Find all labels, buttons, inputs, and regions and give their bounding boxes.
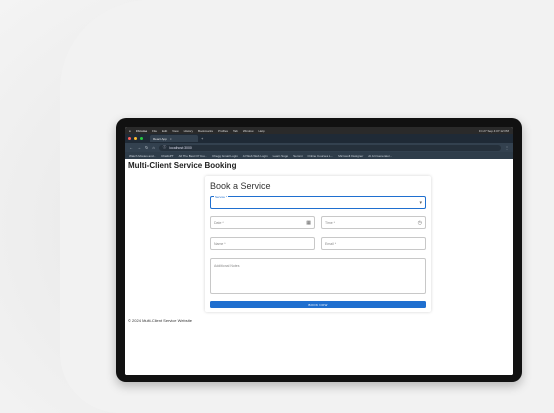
url-text: localhost:3000 (169, 145, 192, 150)
address-bar-row: ← → ↻ ⌂ ⓘ localhost:3000 ⋮ (125, 143, 513, 152)
form-heading: Book a Service (210, 181, 271, 191)
bookmark-item[interactable]: Online Courses L... (308, 154, 334, 158)
menu-item-help[interactable]: Help (259, 129, 265, 133)
laptop-frame: ● Chrome File Edit View History Bookmark… (116, 118, 522, 382)
minimize-window-icon[interactable] (134, 137, 137, 140)
menu-item-view[interactable]: View (172, 129, 178, 133)
menubar-clock[interactable]: Fri 27 Sep 4:07:12 PM (479, 129, 509, 133)
bookmark-item[interactable]: AI Web Web Login (243, 154, 268, 158)
reload-icon[interactable]: ↻ (145, 145, 148, 150)
chevron-down-icon: ▾ (419, 199, 422, 206)
menu-item-window[interactable]: Window (243, 129, 254, 133)
bookmark-item[interactable]: Watch Movies and... (129, 154, 156, 158)
bookmark-item[interactable]: Chegg Gmail Login (212, 154, 238, 158)
bookmarks-bar: Watch Movies and... ChatGPT All The Best… (125, 152, 513, 159)
calendar-icon[interactable]: ▦ (306, 220, 311, 226)
book-now-button[interactable]: BOOK NOW (210, 301, 426, 308)
tab-react-app[interactable]: React App × (150, 135, 198, 142)
bookmark-item[interactable]: ChatGPT (161, 154, 174, 158)
browser-window: ● Chrome File Edit View History Bookmark… (125, 127, 513, 375)
close-window-icon[interactable] (128, 137, 131, 140)
notes-placeholder: Additional Notes (214, 264, 240, 268)
page-title: Multi-Client Service Booking (128, 161, 237, 170)
date-field[interactable]: Date * ▦ (210, 216, 315, 229)
time-placeholder: Time * (325, 220, 335, 225)
apple-icon[interactable]: ● (129, 129, 131, 133)
url-input[interactable]: ⓘ localhost:3000 (158, 144, 501, 151)
os-menu-bar: ● Chrome File Edit View History Bookmark… (125, 127, 513, 134)
tab-title: React App (153, 136, 167, 141)
booking-form-card: Book a Service Service * ▾ Date * ▦ Time… (205, 176, 431, 312)
menu-item-history[interactable]: History (184, 129, 193, 133)
time-field[interactable]: Time * ◷ (321, 216, 426, 229)
notes-textarea[interactable]: Additional Notes (210, 258, 426, 294)
forward-icon[interactable]: → (137, 145, 141, 150)
menu-app-name[interactable]: Chrome (136, 129, 147, 133)
site-info-icon[interactable]: ⓘ (163, 145, 167, 150)
bookmark-item[interactable]: Learn Sugo (273, 154, 289, 158)
menu-item-profiles[interactable]: Profiles (218, 129, 228, 133)
menu-item-bookmarks[interactable]: Bookmarks (198, 129, 213, 133)
service-label: Service * (214, 195, 229, 199)
email-field[interactable]: Email * (321, 237, 426, 250)
name-field[interactable]: Name * (210, 237, 315, 250)
menu-item-file[interactable]: File (152, 129, 157, 133)
close-tab-icon[interactable]: × (170, 137, 172, 141)
menu-item-edit[interactable]: Edit (162, 129, 167, 133)
service-select[interactable]: Service * ▾ (210, 195, 426, 209)
extensions-icon[interactable]: ⋮ (505, 145, 509, 150)
tab-bar: React App × + (125, 134, 513, 143)
bookmark-item[interactable]: AI Art Generator... (368, 154, 392, 158)
menu-item-tab[interactable]: Tab (233, 129, 238, 133)
new-tab-icon[interactable]: + (201, 136, 203, 141)
date-placeholder: Date * (214, 220, 224, 225)
email-placeholder: Email * (325, 241, 337, 246)
clock-icon[interactable]: ◷ (418, 220, 422, 226)
maximize-window-icon[interactable] (140, 137, 143, 140)
bookmark-item[interactable]: All The Best Of You... (179, 154, 207, 158)
page-footer: © 2024 Multi-Client Service Website (128, 318, 193, 323)
back-icon[interactable]: ← (129, 145, 133, 150)
home-icon[interactable]: ⌂ (152, 145, 154, 150)
name-placeholder: Name * (214, 241, 226, 246)
bookmark-item[interactable]: Microsoft Designer (338, 154, 363, 158)
bookmark-item[interactable]: Semmi (293, 154, 302, 158)
page-content: Multi-Client Service Booking Book a Serv… (125, 159, 513, 375)
